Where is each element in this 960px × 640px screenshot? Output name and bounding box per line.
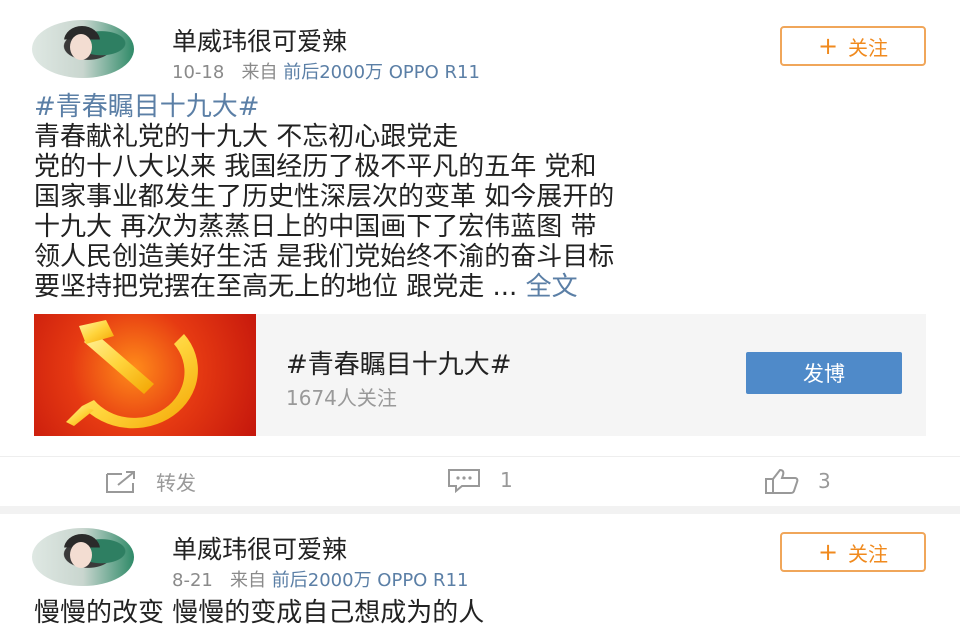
post-text: #青春瞩目十九大# 青春献礼党的十九大 不忘初心跟党走 党的十八大以来 我国经历… bbox=[34, 92, 934, 302]
text-line: 青春献礼党的十九大 不忘初心跟党走 bbox=[34, 122, 459, 152]
post-text: 慢慢的改变 慢慢的变成自己想成为的人 bbox=[34, 598, 485, 628]
avatar-face bbox=[70, 542, 92, 568]
avatar-face bbox=[70, 34, 92, 60]
card-title: #青春瞩目十九大# bbox=[286, 350, 512, 380]
post-card: 单威玮很可爱辣 10-18 来自 前后2000万 OPPO R11 + 关注 #… bbox=[0, 0, 960, 506]
text-line: 国家事业都发生了历史性深层次的变革 如今展开的 bbox=[34, 182, 615, 212]
avatar[interactable] bbox=[32, 20, 134, 78]
post-date: 10-18 bbox=[172, 62, 225, 83]
follow-label: 关注 bbox=[848, 35, 889, 60]
repost-label: 转发 bbox=[156, 471, 196, 495]
follow-label: 关注 bbox=[848, 541, 889, 566]
plus-icon: + bbox=[817, 538, 839, 566]
via-label: 来自 bbox=[241, 62, 278, 83]
post-source[interactable]: 前后2000万 OPPO R11 bbox=[272, 570, 469, 591]
like-button[interactable]: 3 bbox=[764, 467, 831, 495]
post-date: 8-21 bbox=[172, 570, 213, 591]
card-followers: 1674人关注 bbox=[286, 386, 397, 410]
author-name[interactable]: 单威玮很可爱辣 bbox=[172, 530, 347, 566]
repost-button[interactable]: 转发 bbox=[104, 467, 196, 496]
post-source[interactable]: 前后2000万 OPPO R11 bbox=[283, 62, 480, 83]
follow-button[interactable]: + 关注 bbox=[780, 26, 926, 66]
text-line: 要坚持把党摆在至高无上的地位 跟党走 ... bbox=[34, 272, 518, 302]
text-line-last: 要坚持把党摆在至高无上的地位 跟党走 ... 全文 bbox=[34, 272, 934, 302]
post-meta: 10-18 来自 前后2000万 OPPO R11 bbox=[172, 58, 480, 84]
text-line: 党的十八大以来 我国经历了极不平凡的五年 党和 bbox=[34, 152, 597, 182]
plus-icon: + bbox=[817, 32, 839, 60]
post-separator bbox=[0, 506, 960, 514]
full-text-link[interactable]: 全文 bbox=[526, 272, 578, 302]
hammer-sickle-image bbox=[34, 314, 256, 436]
comment-count: 1 bbox=[500, 468, 513, 492]
text-line: 十九大 再次为蒸蒸日上的中国画下了宏伟蓝图 带 bbox=[34, 212, 597, 242]
topic-card[interactable]: #青春瞩目十九大# 1674人关注 发博 bbox=[34, 314, 926, 436]
like-count: 3 bbox=[818, 469, 831, 493]
repost-icon bbox=[106, 470, 135, 493]
like-icon bbox=[765, 468, 799, 494]
comment-icon bbox=[448, 469, 480, 493]
topic-link[interactable]: #青春瞩目十九大# bbox=[34, 92, 934, 122]
follow-button[interactable]: + 关注 bbox=[780, 532, 926, 572]
avatar[interactable] bbox=[32, 528, 134, 586]
hammer-sickle-icon bbox=[66, 320, 198, 429]
text-line: 领人民创造美好生活 是我们党始终不渝的奋斗目标 bbox=[34, 242, 615, 272]
post-weibo-button[interactable]: 发博 bbox=[746, 352, 902, 394]
via-label: 来自 bbox=[230, 570, 267, 591]
action-bar: 转发 1 3 bbox=[0, 456, 960, 507]
author-name[interactable]: 单威玮很可爱辣 bbox=[172, 22, 347, 58]
post-meta: 8-21 来自 前后2000万 OPPO R11 bbox=[172, 566, 468, 592]
comment-button[interactable]: 1 bbox=[446, 467, 513, 493]
post-card: 单威玮很可爱辣 8-21 来自 前后2000万 OPPO R11 + 关注 慢慢… bbox=[0, 514, 960, 640]
